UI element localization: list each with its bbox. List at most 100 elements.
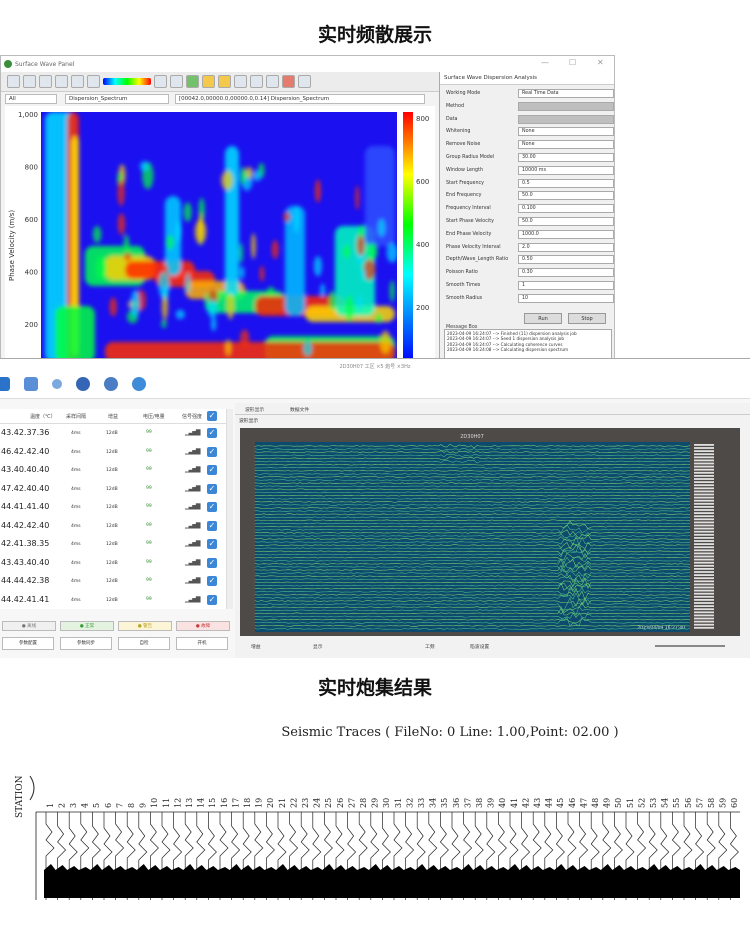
tab-waveform[interactable]: 波形显示: [245, 406, 264, 413]
table-row[interactable]: 43.40.40.40 4ms 12dB 99 ▁▃▅▇ ✓: [0, 461, 233, 480]
param-value[interactable]: 0.50: [518, 255, 614, 265]
pointer-tool-icon[interactable]: [7, 75, 20, 88]
table-row[interactable]: 44.42.41.41 4ms 12dB 99 ▁▃▅▇ ✓: [0, 591, 233, 610]
stop-button[interactable]: Stop: [568, 313, 606, 324]
param-value[interactable]: 30.00: [518, 153, 614, 162]
curve-tool-icon[interactable]: [71, 75, 84, 88]
row-checkbox[interactable]: ✓: [207, 576, 217, 586]
table-row[interactable]: 42.41.38.35 4ms 12dB 99 ▁▃▅▇ ✓: [0, 535, 233, 554]
export-icon[interactable]: [234, 75, 247, 88]
battery-cell: 99: [146, 522, 152, 528]
row-checkbox[interactable]: ✓: [207, 502, 217, 512]
action-button[interactable]: 自检: [118, 637, 170, 650]
table-row[interactable]: 43.43.40.40 4ms 12dB 99 ▁▃▅▇ ✓: [0, 554, 233, 573]
row-checkbox[interactable]: ✓: [207, 520, 217, 531]
pick-tool-icon[interactable]: [87, 75, 100, 88]
status-filter-button[interactable]: ● 警告: [118, 621, 172, 631]
row-checkbox[interactable]: ✓: [207, 594, 217, 605]
param-row: Smooth Radius 10: [446, 293, 614, 304]
channel-select[interactable]: All: [5, 94, 57, 104]
interval-cell: 4ms: [71, 505, 81, 510]
row-checkbox[interactable]: ✓: [207, 483, 217, 494]
shield-icon[interactable]: [52, 379, 62, 389]
layer-tool-icon[interactable]: [186, 75, 199, 88]
action-button[interactable]: 开机: [176, 637, 228, 650]
param-value[interactable]: Real Time Data: [518, 89, 614, 98]
spectrum-speck: [355, 185, 360, 211]
param-value[interactable]: 10000 ms: [518, 165, 614, 175]
grid-tool-icon[interactable]: [170, 75, 183, 88]
status-filter-button[interactable]: ● 故障: [176, 621, 230, 631]
station-number: 18: [243, 798, 252, 808]
param-value[interactable]: 50.0: [518, 217, 614, 226]
station-number: 44: [545, 798, 554, 808]
status-filter-button[interactable]: ● 离线: [2, 621, 56, 631]
param-value[interactable]: 1000.0: [518, 229, 614, 239]
view-select[interactable]: Dispersion_Spectrum: [65, 94, 169, 104]
station-number: 58: [707, 798, 716, 808]
user-icon[interactable]: [76, 377, 90, 391]
zoom-slider[interactable]: [655, 645, 725, 647]
param-value[interactable]: 0.100: [518, 204, 614, 214]
param-label: Start Phase Velocity: [446, 219, 494, 224]
refresh-icon[interactable]: [132, 377, 146, 391]
table-row[interactable]: 47.42.40.40 4ms 12dB 99 ▁▃▅▇ ✓: [0, 480, 233, 499]
run-button[interactable]: Run: [524, 313, 562, 324]
zoom-tool-icon[interactable]: [23, 75, 36, 88]
interval-cell: 4ms: [71, 523, 81, 529]
channel-label-marker: [694, 617, 714, 620]
row-checkbox[interactable]: ✓: [207, 465, 217, 475]
table-row[interactable]: 43.42.37.36 4ms 12dB 99 ▁▃▅▇ ✓: [0, 424, 233, 443]
signal-strength-icon: ▁▃▅▇: [185, 558, 201, 566]
row-checkbox[interactable]: ✓: [207, 557, 217, 568]
waveform-panel: 波形显示 数据文件 波形显示 2D30H07 2023/04/09 16:27:4…: [235, 403, 750, 658]
tab-data-files[interactable]: 数据文件: [290, 406, 309, 413]
stop-icon[interactable]: [282, 75, 295, 88]
table-row[interactable]: 46.42.42.40 4ms 12dB 99 ▁▃▅▇ ✓: [0, 443, 233, 462]
connect-icon[interactable]: [0, 377, 10, 391]
row-checkbox[interactable]: ✓: [207, 446, 217, 457]
param-value[interactable]: None: [518, 127, 614, 137]
param-value[interactable]: [518, 114, 614, 124]
param-value[interactable]: 50.0: [518, 191, 614, 201]
chart-tool-icon[interactable]: [39, 75, 52, 88]
colormap-selector[interactable]: [103, 78, 151, 85]
undo-icon[interactable]: [250, 75, 263, 88]
param-value[interactable]: 1: [518, 281, 614, 290]
param-value[interactable]: 2.0: [518, 242, 614, 252]
filter-tool-icon[interactable]: [154, 75, 167, 88]
table-scrollbar[interactable]: [226, 409, 233, 609]
waveform-display[interactable]: 2D30H07 2023/04/09 16:27:40: [240, 428, 740, 636]
param-value[interactable]: [518, 101, 614, 111]
image-tool-icon[interactable]: [55, 75, 68, 88]
param-value[interactable]: None: [518, 140, 614, 150]
station-number: 49: [603, 798, 612, 808]
user-settings-icon[interactable]: [104, 377, 118, 391]
station-number: 6: [104, 803, 113, 808]
spectrum-blob: [55, 306, 95, 360]
dispersion-plot[interactable]: 1,000 800 600 400 200 Phase Velocity (m/s) 8…: [5, 106, 435, 360]
open-folder-icon[interactable]: [202, 75, 215, 88]
table-row[interactable]: 44.41.41.40 4ms 12dB 99 ▁▃▅▇ ✓: [0, 498, 233, 517]
device-table: 温度（℃） 采样间隔 增益 电压/电量 信号强度 ✓ 43.42.37.36 4m…: [0, 409, 233, 609]
param-value[interactable]: 0.5: [518, 178, 614, 188]
action-button[interactable]: 参数同步: [60, 637, 112, 650]
select-all-checkbox[interactable]: ✓: [207, 411, 217, 421]
row-checkbox[interactable]: ✓: [207, 428, 217, 438]
table-row[interactable]: 44.44.42.38 4ms 12dB 99 ▁▃▅▇ ✓: [0, 572, 233, 591]
redo-icon[interactable]: [266, 75, 279, 88]
station-number: 29: [371, 798, 380, 808]
close-icon[interactable]: ✕: [597, 58, 604, 67]
param-value[interactable]: 10: [518, 293, 614, 303]
minimize-icon[interactable]: —: [541, 58, 549, 67]
row-checkbox[interactable]: ✓: [207, 539, 217, 549]
table-row[interactable]: 44.42.42.40 4ms 12dB 99 ▁▃▅▇ ✓: [0, 517, 233, 536]
status-filter-button[interactable]: ● 正常: [60, 621, 114, 631]
action-button[interactable]: 参数配置: [2, 637, 54, 650]
settings-icon[interactable]: [298, 75, 311, 88]
param-value[interactable]: 0.30: [518, 268, 614, 278]
file-icon[interactable]: [24, 377, 38, 391]
save-folder-icon[interactable]: [218, 75, 231, 88]
maximize-icon[interactable]: ☐: [569, 58, 576, 67]
y-tick-label: 800: [25, 164, 38, 172]
